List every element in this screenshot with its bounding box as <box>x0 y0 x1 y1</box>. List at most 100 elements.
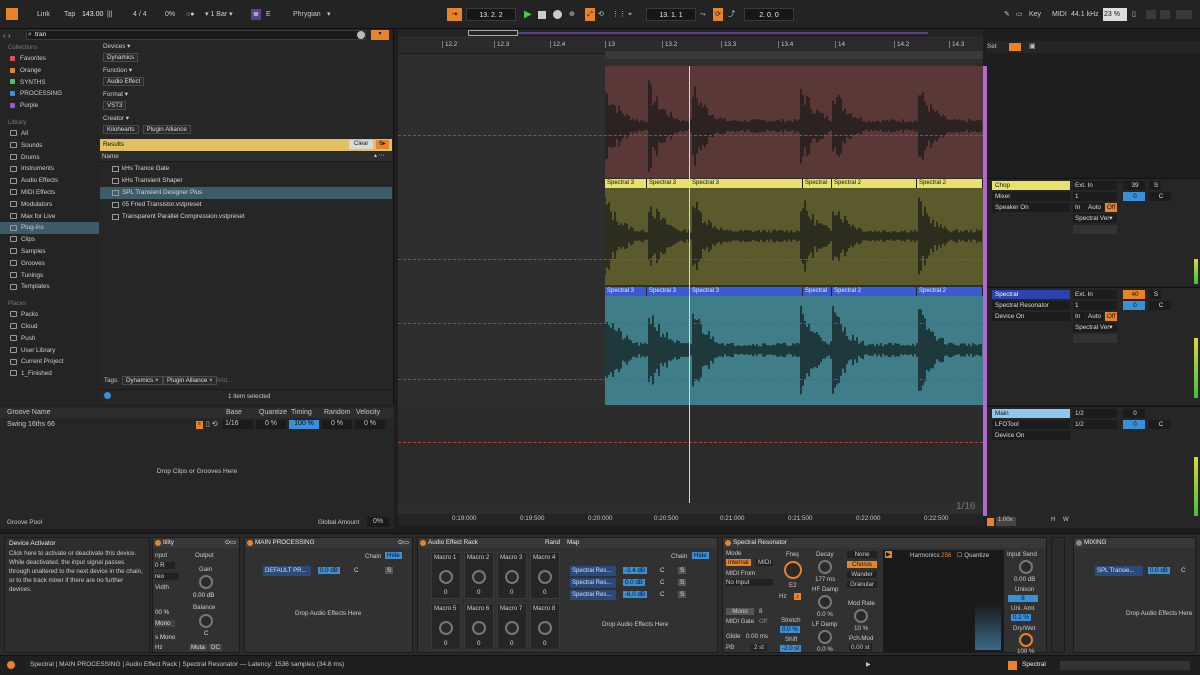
stop-icon[interactable] <box>538 11 546 19</box>
collection-item[interactable]: SYNTHS <box>0 77 99 89</box>
filter-label[interactable]: Function ▾ <box>100 65 390 76</box>
groove-velocity[interactable]: 0 % <box>355 420 385 429</box>
search-field[interactable]: ⌕ tran <box>26 30 366 40</box>
input-type[interactable]: 1/2 <box>1073 409 1117 418</box>
track-device-chooser[interactable]: Speaker On <box>992 203 1070 212</box>
pitch-mod-value[interactable]: 0.00 st <box>849 644 872 651</box>
filter-tag[interactable]: Kilohearts <box>103 125 139 134</box>
track-device-param[interactable]: Mixer <box>992 192 1070 201</box>
harmonics-value[interactable]: 256 <box>941 552 951 559</box>
library-item[interactable]: Samples <box>0 246 99 258</box>
scale-icon[interactable]: ≣ <box>251 9 261 20</box>
library-item[interactable]: MIDI Effects <box>0 187 99 199</box>
main-processing-rack[interactable]: MAIN PROCESSING ⊙▭ Chain Hide DEFAULT PR.… <box>244 537 413 653</box>
output-routing[interactable]: Spectral Ver▾ <box>1073 323 1117 332</box>
macro-slot[interactable]: Macro 1 0 <box>431 552 461 599</box>
audio-clip[interactable] <box>605 287 983 405</box>
input-channel[interactable]: 1 <box>1073 192 1117 201</box>
collection-item[interactable]: Orange <box>0 65 99 77</box>
monitor-off[interactable]: Off <box>1105 312 1117 321</box>
macro-knob[interactable] <box>439 621 453 635</box>
chain-volume[interactable]: 0.0 dB <box>1148 567 1170 574</box>
key-map-button[interactable]: Key <box>1029 8 1041 21</box>
time-signature[interactable]: 4 / 4 <box>133 8 147 21</box>
filter-tag[interactable]: VST3 <box>103 101 127 110</box>
macro-slot[interactable]: Macro 6 0 <box>464 603 494 650</box>
tag-chip[interactable]: Dynamics × <box>122 376 163 385</box>
clear-button[interactable]: Clear <box>349 140 374 149</box>
library-item[interactable]: Grooves <box>0 258 99 270</box>
internal-button[interactable]: Internal <box>726 559 751 566</box>
audio-effect-rack[interactable]: Audio Effect Rack Rand Map Macro 1 0 Macro… <box>417 537 718 653</box>
zoom-toggle-icon[interactable] <box>987 518 994 526</box>
place-item[interactable]: Cloud <box>0 321 99 333</box>
shift-value[interactable]: -2.0 st <box>780 645 802 652</box>
mixing-rack[interactable]: MIXING SPL Transie... 0.0 dB C Drop Audi… <box>1073 537 1196 653</box>
track-chop-lane[interactable]: Spectral 3 Spectral 3 Spectral 3 Spectral Sp… <box>398 179 983 285</box>
groove-random[interactable]: 0 % <box>322 420 352 429</box>
groove-save-icon[interactable]: ▯ ⟲ <box>206 420 218 428</box>
add-tag-field[interactable]: Add... <box>216 377 232 384</box>
name-column-header[interactable]: Name ▴ ⋯ <box>100 152 392 162</box>
clip-label[interactable]: Spectral 3 <box>647 179 690 188</box>
lf-damp-knob[interactable] <box>818 630 832 644</box>
output-routing[interactable]: Spectral Ver▾ <box>1073 214 1117 223</box>
power-icon[interactable] <box>155 540 161 546</box>
info-icon[interactable] <box>104 392 111 399</box>
chain-name[interactable]: Spectral Res... <box>570 578 616 588</box>
macro-slot[interactable]: Macro 8 0 <box>530 603 560 650</box>
monitor-off[interactable]: Off <box>1105 203 1117 212</box>
chain-volume[interactable]: -6.0 dB <box>623 591 647 598</box>
track-device-param[interactable]: Spectral Resonator <box>992 301 1070 310</box>
device-menu-icon[interactable]: ⊙▭ <box>225 538 236 548</box>
spectral-resonator-device[interactable]: Spectral Resonator Mode Internal MIDI MI… <box>722 537 1047 655</box>
chain-name[interactable]: DEFAULT PR... <box>263 566 311 576</box>
groove-timing[interactable]: 100 % <box>289 420 319 429</box>
lock-icon[interactable]: ▣ <box>1029 42 1036 50</box>
result-item[interactable]: Transparent Parallel Compression.vstpres… <box>100 211 392 223</box>
mod-rate-knob[interactable] <box>854 609 868 623</box>
play-icon[interactable]: ▶ <box>524 8 532 21</box>
punch-out-icon[interactable]: ⤴ <box>728 8 735 21</box>
track-title[interactable]: Main <box>992 409 1070 418</box>
decay-knob[interactable] <box>818 560 832 574</box>
macro-slot[interactable]: Macro 5 0 <box>431 603 461 650</box>
place-item[interactable]: User Library <box>0 345 99 357</box>
chain-name[interactable]: Spectral Res... <box>570 566 616 576</box>
filter-tag[interactable]: Plugin Alliance <box>142 125 191 134</box>
macro-slot[interactable]: Macro 3 0 <box>497 552 527 599</box>
loop-icon[interactable]: ⟳ <box>713 8 723 21</box>
audio-clip[interactable] <box>605 66 983 178</box>
library-item[interactable]: Tunings <box>0 270 99 282</box>
mod-mode-option[interactable]: Granular <box>847 581 877 588</box>
chain-pan[interactable]: C <box>660 591 664 598</box>
clip-label[interactable]: Spectral 2 <box>917 179 983 188</box>
clip-label[interactable]: Spectral 3 <box>605 287 647 296</box>
input-type[interactable]: Ext. In <box>1073 290 1117 299</box>
track-main[interactable] <box>398 407 983 503</box>
filter-tag[interactable]: Dynamics <box>103 53 139 62</box>
pan-field[interactable]: C <box>1149 192 1171 201</box>
link-button[interactable]: Link <box>37 8 50 21</box>
stretch-value[interactable]: 0.0 % <box>780 626 800 633</box>
library-item[interactable]: Clips <box>0 234 99 246</box>
unison-amount-value[interactable]: 0.1 % <box>1011 614 1031 621</box>
filter-label[interactable]: Creator ▾ <box>100 113 390 124</box>
capture-icon[interactable]: ⟲ <box>598 8 604 21</box>
macro-knob[interactable] <box>505 570 519 584</box>
library-item[interactable]: Plug-ins <box>0 222 99 235</box>
h-button[interactable]: H <box>1051 517 1055 523</box>
midi-map-button[interactable]: MIDI <box>1052 8 1067 21</box>
punch-in-icon[interactable]: ⤳ <box>700 8 706 21</box>
clip-label[interactable]: Spectral 3 <box>690 179 803 188</box>
input-field[interactable]: 0 R <box>155 562 175 569</box>
chain-volume[interactable]: 0.0 dB <box>318 567 340 574</box>
quantize-toggle[interactable]: ☐ Quantize <box>957 552 989 559</box>
groove-amount[interactable]: 0% <box>165 8 175 21</box>
midi-from-select[interactable]: No Input <box>726 579 773 586</box>
groove-commit-icon[interactable]: ≡ <box>196 421 203 429</box>
macro-knob[interactable] <box>538 621 552 635</box>
chain-name[interactable]: SPL Transie... <box>1095 566 1143 576</box>
metronome-icon[interactable]: ○● <box>186 8 194 21</box>
chain-solo-icon[interactable]: S <box>678 591 687 598</box>
